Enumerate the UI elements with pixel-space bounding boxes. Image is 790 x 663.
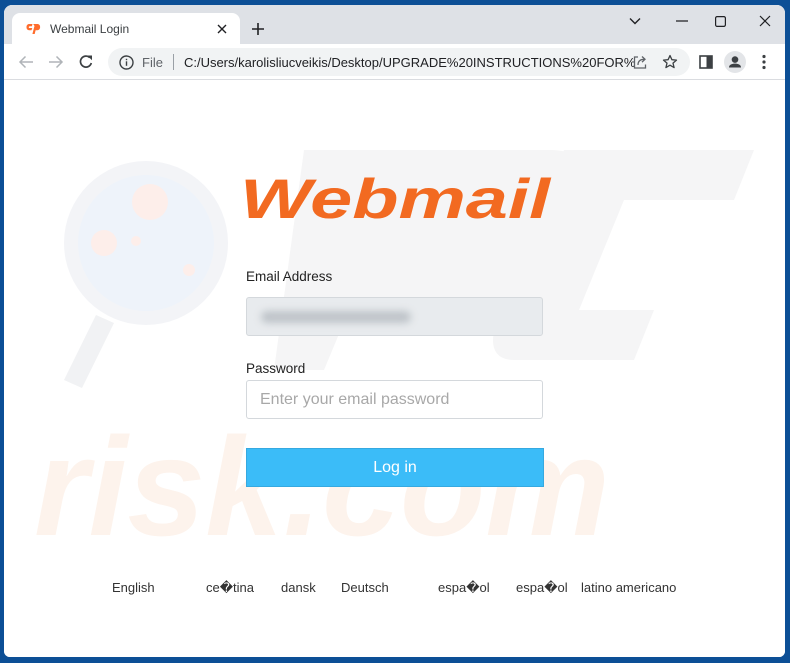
tab-search-chevron-icon[interactable]: [620, 10, 650, 32]
bookmark-star-icon[interactable]: [661, 53, 679, 71]
language-link-latino-americano[interactable]: latino americano: [581, 580, 676, 595]
password-label: Password: [246, 361, 306, 376]
minimize-icon[interactable]: [667, 10, 697, 32]
tab-title: Webmail Login: [50, 21, 130, 36]
language-link-english[interactable]: English: [112, 580, 155, 595]
back-arrow-icon[interactable]: [14, 50, 38, 74]
url-separator: [172, 54, 174, 70]
maximize-icon[interactable]: [705, 10, 735, 32]
tab-close-icon[interactable]: [212, 19, 232, 39]
reload-icon[interactable]: [74, 50, 98, 74]
cpanel-icon: [26, 22, 42, 36]
tab-strip: Webmail Login: [4, 5, 785, 44]
info-icon[interactable]: [118, 54, 134, 70]
new-tab-button[interactable]: [247, 18, 269, 40]
pcrisk-watermark: risk.com: [34, 150, 754, 565]
language-link-cestina[interactable]: ce�tina: [206, 580, 254, 596]
email-address-field[interactable]: [246, 297, 543, 336]
url-text[interactable]: C:/Users/karolisliucveikis/Desktop/UPGRA…: [184, 55, 636, 70]
url-scheme-label: File: [142, 54, 163, 70]
magnifier-watermark-icon: [64, 161, 228, 388]
obscured-email-value: [261, 311, 411, 323]
tab-webmail-login[interactable]: Webmail Login: [12, 13, 240, 44]
address-bar[interactable]: File C:/Users/karolisliucveikis/Desktop/…: [108, 48, 690, 76]
profile-avatar-icon[interactable]: [723, 50, 747, 74]
forward-arrow-icon[interactable]: [44, 50, 68, 74]
language-link-dansk[interactable]: dansk: [281, 580, 316, 595]
webmail-login-page: risk.com Webmail Email Address Password …: [4, 80, 785, 657]
browser-toolbar: File C:/Users/karolisliucveikis/Desktop/…: [4, 44, 785, 80]
login-button[interactable]: Log in: [246, 448, 544, 487]
webmail-logo: Webmail: [240, 170, 552, 226]
language-link-espanol[interactable]: espa�ol: [438, 580, 490, 596]
browser-window: Webmail Login File C:/Users/karolisliucv…: [4, 5, 785, 657]
webmail-logo-text: Webmail: [240, 170, 552, 226]
browser-menu-icon[interactable]: [752, 50, 776, 74]
share-icon[interactable]: [631, 53, 649, 71]
email-address-label: Email Address: [246, 269, 333, 284]
close-window-icon[interactable]: [750, 10, 780, 32]
password-field[interactable]: [246, 380, 543, 419]
side-panel-icon[interactable]: [694, 50, 718, 74]
language-link-deutsch[interactable]: Deutsch: [341, 580, 389, 595]
language-link-espanol-latino[interactable]: espa�ol: [516, 580, 568, 596]
